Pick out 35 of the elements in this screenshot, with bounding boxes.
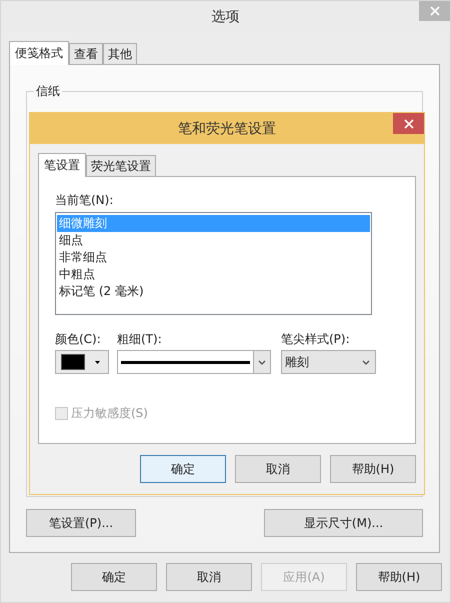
chevron-down-icon — [258, 360, 266, 364]
display-size-button[interactable]: 显示尺寸(M)... — [264, 509, 423, 537]
caret-icon — [95, 360, 100, 364]
close-icon — [404, 118, 414, 128]
dialog-button[interactable]: 帮助(H) — [330, 455, 416, 483]
dialog-button[interactable]: 取消 — [166, 563, 252, 591]
tab[interactable]: 便笺格式 — [9, 41, 69, 65]
tab[interactable]: 查看 — [69, 43, 103, 64]
window-title: 选项 — [212, 8, 240, 26]
tab[interactable]: 荧光笔设置 — [86, 155, 156, 176]
dialog-button[interactable]: 取消 — [235, 455, 321, 483]
thickness-dropdown[interactable] — [117, 350, 271, 374]
tab[interactable]: 笔设置 — [38, 153, 86, 177]
dialog-button[interactable]: 确定 — [140, 455, 226, 483]
dialog-button[interactable]: 确定 — [71, 563, 157, 591]
dialog-title: 笔和荧光笔设置 — [178, 120, 276, 138]
chevron-down-icon — [362, 360, 370, 364]
list-item[interactable]: 中粗点 — [57, 266, 370, 283]
close-icon — [430, 6, 440, 16]
group-title: 信纸 — [34, 83, 62, 100]
tip-style-dropdown[interactable]: 雕刻 — [281, 350, 376, 374]
thickness-label: 粗细(T): — [117, 332, 163, 346]
pen-settings-button[interactable]: 笔设置(P)... — [26, 509, 136, 537]
list-item[interactable]: 细点 — [57, 232, 370, 249]
checkbox-label: 压力敏感度(S) — [71, 405, 148, 422]
dialog-button[interactable]: 帮助(H) — [356, 563, 442, 591]
color-picker[interactable] — [55, 350, 109, 374]
current-pen-label: 当前笔(N): — [55, 193, 114, 207]
close-button[interactable] — [393, 113, 424, 134]
list-item[interactable]: 标记笔 (2 毫米) — [57, 283, 370, 300]
color-label: 颜色(C): — [55, 332, 102, 346]
tip-style-label: 笔尖样式(P): — [281, 332, 351, 346]
pen-list[interactable]: 细微雕刻 细点 非常细点 中粗点 标记笔 (2 毫米) — [55, 212, 372, 315]
tab[interactable]: 其他 — [103, 43, 137, 64]
list-item[interactable]: 非常细点 — [57, 249, 370, 266]
